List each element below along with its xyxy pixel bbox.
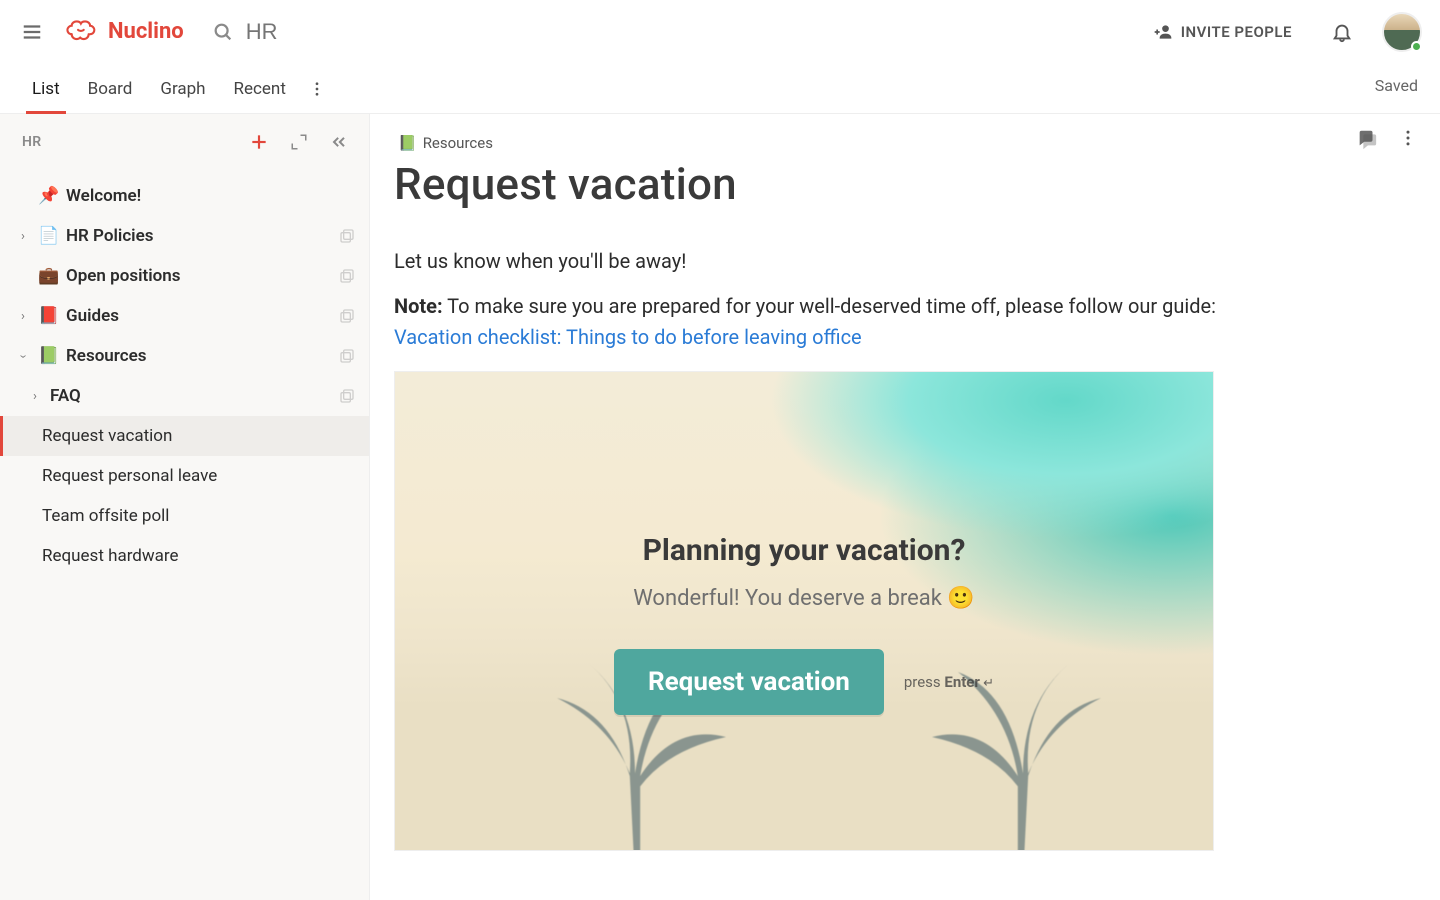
more-vert-icon xyxy=(308,80,326,98)
book-green-icon: 📗 xyxy=(38,346,58,366)
sidebar-item-label: Open positions xyxy=(66,266,180,286)
sidebar-item-guides[interactable]: › 📕 Guides xyxy=(0,296,369,336)
sidebar-breadcrumb[interactable]: HR xyxy=(22,134,41,150)
collection-icon xyxy=(339,268,355,284)
person-add-icon xyxy=(1153,22,1173,42)
sidebar-page-request-vacation[interactable]: Request vacation xyxy=(0,416,369,456)
expand-icon xyxy=(290,133,308,151)
embed-subtitle: Wonderful! You deserve a break 🙂 xyxy=(633,586,975,611)
tabs-overflow-button[interactable] xyxy=(308,80,326,98)
briefcase-icon: 💼 xyxy=(38,266,58,286)
collection-icon xyxy=(339,388,355,404)
sidebar-item-faq[interactable]: › FAQ xyxy=(0,376,369,416)
chevrons-left-icon xyxy=(329,132,349,152)
doc-breadcrumb-label: Resources xyxy=(423,134,493,152)
search[interactable] xyxy=(212,19,466,45)
doc-title[interactable]: Request vacation xyxy=(394,158,1274,210)
search-icon xyxy=(212,21,234,43)
doc-intro: Let us know when you'll be away! xyxy=(394,246,1274,277)
comments-button[interactable] xyxy=(1356,128,1378,150)
sidebar-item-label: Request personal leave xyxy=(42,466,217,486)
note-text: To make sure you are prepared for your w… xyxy=(443,294,1216,318)
menu-icon xyxy=(21,21,43,43)
sidebar: HR 📌 We xyxy=(0,114,370,900)
sidebar-item-label: FAQ xyxy=(50,386,81,406)
doc-body[interactable]: Let us know when you'll be away! Note: T… xyxy=(394,246,1274,851)
doc-note: Note: To make sure you are prepared for … xyxy=(394,291,1274,353)
user-avatar[interactable] xyxy=(1382,12,1422,52)
sidebar-item-open-positions[interactable]: 💼 Open positions xyxy=(0,256,369,296)
plus-icon xyxy=(249,132,269,152)
sidebar-header: HR xyxy=(0,114,369,170)
embed-enter-hint: press Enter ↵ xyxy=(904,673,994,691)
brand-logo[interactable]: Nuclino xyxy=(66,19,184,45)
tab-graph[interactable]: Graph xyxy=(160,67,205,111)
doc-overflow-button[interactable] xyxy=(1398,128,1418,150)
sidebar-item-welcome[interactable]: 📌 Welcome! xyxy=(0,176,369,216)
brand-name: Nuclino xyxy=(108,19,184,44)
menu-button[interactable] xyxy=(10,10,54,54)
sidebar-item-label: Resources xyxy=(66,346,147,366)
doc-icon: 📄 xyxy=(38,226,58,246)
vacation-form-embed[interactable]: Planning your vacation? Wonderful! You d… xyxy=(394,371,1214,851)
tab-list[interactable]: List xyxy=(32,67,60,111)
sidebar-item-label: Guides xyxy=(66,306,119,326)
sidebar-item-label: Request hardware xyxy=(42,546,179,566)
sidebar-tree: 📌 Welcome! › 📄 HR Policies 💼 Open positi… xyxy=(0,170,369,596)
sidebar-item-hr-policies[interactable]: › 📄 HR Policies xyxy=(0,216,369,256)
sidebar-page-team-offsite-poll[interactable]: Team offsite poll xyxy=(0,496,369,536)
sidebar-item-label: HR Policies xyxy=(66,226,153,246)
sidebar-item-resources[interactable]: › 📗 Resources xyxy=(0,336,369,376)
book-green-icon: 📗 xyxy=(398,134,417,152)
view-tabs: List Board Graph Recent Saved xyxy=(0,64,1440,114)
search-input[interactable] xyxy=(246,19,466,45)
sidebar-item-label: Team offsite poll xyxy=(42,506,169,526)
chat-icon xyxy=(1356,128,1378,150)
sidebar-page-request-hardware[interactable]: Request hardware xyxy=(0,536,369,576)
note-label: Note: xyxy=(394,294,443,318)
pin-icon: 📌 xyxy=(38,186,58,206)
invite-people-button[interactable]: INVITE PEOPLE xyxy=(1143,16,1302,48)
tab-recent[interactable]: Recent xyxy=(234,67,286,111)
doc-breadcrumb[interactable]: 📗 Resources xyxy=(398,134,1274,152)
invite-label: INVITE PEOPLE xyxy=(1181,23,1292,41)
presence-indicator xyxy=(1411,41,1422,52)
chevron-down-icon[interactable]: › xyxy=(16,349,31,363)
embed-title: Planning your vacation? xyxy=(643,533,966,568)
notifications-button[interactable] xyxy=(1320,10,1364,54)
topbar: Nuclino INVITE PEOPLE xyxy=(0,0,1440,64)
request-vacation-button[interactable]: Request vacation xyxy=(614,649,884,715)
collection-icon xyxy=(339,308,355,324)
sidebar-collapse-button[interactable] xyxy=(321,124,357,160)
sidebar-item-label: Welcome! xyxy=(66,186,141,206)
sidebar-page-request-personal-leave[interactable]: Request personal leave xyxy=(0,456,369,496)
vacation-checklist-link[interactable]: Vacation checklist: Things to do before … xyxy=(394,325,862,349)
chevron-right-icon[interactable]: › xyxy=(16,309,30,324)
collection-icon xyxy=(339,348,355,364)
sidebar-item-label: Request vacation xyxy=(42,426,172,446)
document-area: 📗 Resources Request vacation Let us know… xyxy=(370,114,1440,900)
sidebar-add-button[interactable] xyxy=(241,124,277,160)
save-status: Saved xyxy=(1375,76,1418,95)
sidebar-expand-button[interactable] xyxy=(281,124,317,160)
tab-board[interactable]: Board xyxy=(88,67,133,111)
more-vert-icon xyxy=(1398,128,1418,148)
book-red-icon: 📕 xyxy=(38,306,58,326)
bell-icon xyxy=(1331,21,1353,43)
chevron-right-icon[interactable]: › xyxy=(16,229,30,244)
collection-icon xyxy=(339,228,355,244)
chevron-right-icon[interactable]: › xyxy=(28,389,42,404)
brand-mark-icon xyxy=(66,19,100,45)
